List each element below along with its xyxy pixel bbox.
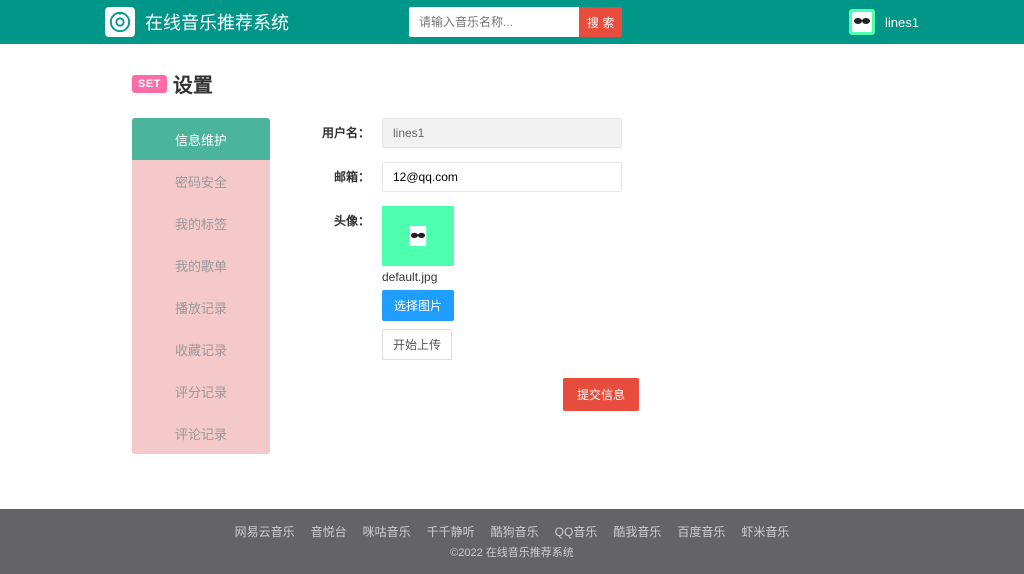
footer-link[interactable]: 酷狗音乐 <box>491 523 539 540</box>
start-upload-button[interactable]: 开始上传 <box>382 329 452 360</box>
page-header: SET 设置 <box>132 69 892 98</box>
avatar-filename: default.jpg <box>382 270 437 284</box>
search-button[interactable]: 搜 索 <box>579 7 622 37</box>
footer-links: 网易云音乐 音悦台 咪咕音乐 千千静听 酷狗音乐 QQ音乐 酷我音乐 百度音乐 … <box>0 523 1024 540</box>
submit-button[interactable]: 提交信息 <box>563 378 639 411</box>
avatar-icon <box>849 9 875 35</box>
submit-row: 提交信息 <box>310 378 892 411</box>
form-row-username: 用户名： <box>310 118 892 148</box>
email-label: 邮箱： <box>310 162 370 185</box>
page-title: 设置 <box>173 69 213 98</box>
sidebar-item-playlist[interactable]: 我的歌单 <box>132 244 270 286</box>
footer-link[interactable]: 咪咕音乐 <box>363 523 411 540</box>
username-field <box>382 118 622 148</box>
footer-link[interactable]: 网易云音乐 <box>235 523 295 540</box>
footer-link[interactable]: QQ音乐 <box>555 523 598 540</box>
footer-link[interactable]: 百度音乐 <box>677 523 725 540</box>
footer-link[interactable]: 酷我音乐 <box>613 523 661 540</box>
username-label: lines1 <box>885 15 919 30</box>
app-title: 在线音乐推荐系统 <box>145 9 289 35</box>
navbar-brand[interactable]: 在线音乐推荐系统 <box>105 7 289 37</box>
logo-icon <box>105 7 135 37</box>
user-menu[interactable]: lines1 <box>849 9 919 35</box>
avatar-image <box>382 206 454 266</box>
content-row: 信息维护 密码安全 我的标签 我的歌单 播放记录 收藏记录 评分记录 评论记录 … <box>132 118 892 454</box>
form-row-avatar: 头像： default.jpg 选择图片 开始上传 <box>310 206 892 360</box>
email-field[interactable] <box>382 162 622 192</box>
sidebar-item-ratings[interactable]: 评分记录 <box>132 370 270 412</box>
main-container: SET 设置 信息维护 密码安全 我的标签 我的歌单 播放记录 收藏记录 评分记… <box>132 44 892 494</box>
sidebar-item-password[interactable]: 密码安全 <box>132 160 270 202</box>
sidebar-item-profile[interactable]: 信息维护 <box>132 118 270 160</box>
avatar-label: 头像： <box>310 206 370 229</box>
search-form: 搜 索 <box>409 7 622 37</box>
sidebar-item-tags[interactable]: 我的标签 <box>132 202 270 244</box>
search-input[interactable] <box>409 7 579 37</box>
top-navbar: 在线音乐推荐系统 搜 索 lines1 <box>0 0 1024 44</box>
sidebar-item-playhistory[interactable]: 播放记录 <box>132 286 270 328</box>
footer-link[interactable]: 虾米音乐 <box>741 523 789 540</box>
copyright: ©2022 在线音乐推荐系统 <box>0 544 1024 560</box>
form-row-email: 邮箱： <box>310 162 892 192</box>
avatar-preview: default.jpg 选择图片 开始上传 <box>382 206 454 360</box>
footer-link[interactable]: 音悦台 <box>311 523 347 540</box>
badge-set: SET <box>132 75 167 93</box>
sidebar-item-comments[interactable]: 评论记录 <box>132 412 270 454</box>
sidebar-item-favorites[interactable]: 收藏记录 <box>132 328 270 370</box>
choose-image-button[interactable]: 选择图片 <box>382 290 454 321</box>
username-label: 用户名： <box>310 118 370 141</box>
footer: 网易云音乐 音悦台 咪咕音乐 千千静听 酷狗音乐 QQ音乐 酷我音乐 百度音乐 … <box>0 509 1024 574</box>
settings-sidebar: 信息维护 密码安全 我的标签 我的歌单 播放记录 收藏记录 评分记录 评论记录 <box>132 118 270 454</box>
profile-form: 用户名： 邮箱： 头像： default.jpg 选择图片 开始上传 <box>310 118 892 411</box>
footer-link[interactable]: 千千静听 <box>427 523 475 540</box>
